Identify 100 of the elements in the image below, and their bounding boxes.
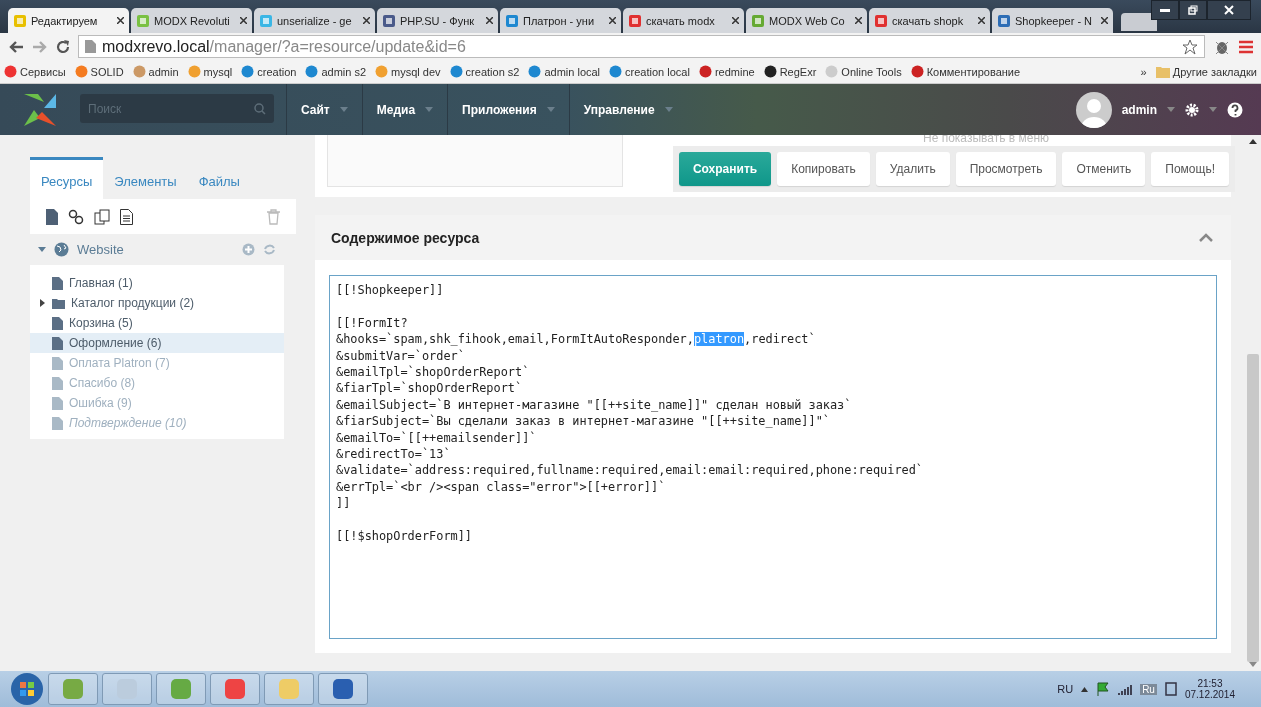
code-line: [[!$shopOrderForm]] — [336, 527, 474, 545]
browser-tab[interactable]: MODX Web Co — [746, 8, 867, 33]
reload-button[interactable] — [56, 39, 70, 54]
code-line: [[!Shopkeeper]] — [336, 282, 445, 299]
bookmark[interactable]: Комментирование — [910, 65, 1021, 78]
link-icon[interactable] — [68, 208, 84, 225]
browser-tab[interactable]: скачать modx — [623, 8, 744, 33]
browser-tab[interactable]: unserialize - ge — [254, 8, 375, 33]
close-icon[interactable] — [732, 17, 739, 24]
new-document-icon[interactable] — [46, 208, 58, 225]
app-icon — [277, 677, 301, 701]
bookmark[interactable]: admin s2 — [305, 65, 367, 78]
browser-tab[interactable]: PHP.SU - Функ — [377, 8, 498, 33]
bookmark[interactable]: admin local — [528, 65, 601, 78]
tray-arrow-icon[interactable] — [1081, 686, 1089, 692]
close-icon[interactable] — [117, 17, 124, 24]
caret-icon — [546, 107, 555, 112]
expand-icon[interactable] — [40, 299, 45, 307]
bookmark-icon — [528, 65, 542, 78]
page-icon — [85, 40, 96, 53]
bookmark[interactable]: RegExr — [763, 65, 817, 78]
tree-item[interactable]: Корзина (5) — [30, 313, 284, 333]
close-icon — [1224, 5, 1234, 15]
close-icon[interactable] — [609, 17, 616, 24]
bookmark[interactable]: creation — [241, 65, 297, 78]
bookmark-icon — [449, 65, 463, 78]
bookmark-folder[interactable]: Другие закладки — [1155, 65, 1257, 78]
settings-icon[interactable] — [1185, 102, 1199, 117]
help-icon[interactable] — [1227, 101, 1243, 118]
copy-icon[interactable] — [94, 208, 110, 225]
collapse-icon[interactable] — [1199, 233, 1213, 242]
action-button[interactable]: Отменить — [1062, 152, 1146, 186]
bookmark-icon — [305, 65, 319, 78]
code-editor[interactable] — [329, 275, 1217, 639]
browser-tab[interactable]: скачать shopk — [869, 8, 990, 33]
page-icon — [52, 276, 63, 290]
scroll-up-icon[interactable] — [1249, 139, 1257, 144]
new-tab-button[interactable] — [1121, 13, 1157, 31]
browser-tab[interactable]: MODX Revoluti — [131, 8, 252, 33]
bookmark[interactable]: Сервисы — [4, 65, 66, 78]
restore-button[interactable] — [1179, 0, 1207, 20]
tree-item[interactable]: Каталог продукции (2) — [30, 293, 284, 313]
back-button[interactable] — [8, 39, 24, 54]
browser-tab[interactable]: Редактируем — [8, 8, 129, 33]
taskbar-app[interactable] — [318, 673, 368, 705]
close-button[interactable] — [1207, 0, 1251, 20]
bookmark-icon — [910, 65, 924, 78]
caret-icon[interactable] — [38, 247, 46, 252]
menu-icon[interactable] — [1239, 39, 1253, 54]
context-label[interactable]: Website — [77, 242, 124, 257]
browser-tab[interactable]: Shopkeeper - N — [992, 8, 1113, 33]
bookmark[interactable]: mysql dev — [375, 65, 441, 78]
close-icon[interactable] — [1101, 17, 1108, 24]
tree-item[interactable]: Оформление (6) — [30, 333, 284, 353]
browser-tab[interactable]: Платрон - уни — [500, 8, 621, 33]
bookmark[interactable]: SOLID — [74, 65, 124, 78]
page-icon — [52, 316, 63, 330]
code-line: &errTpl=`<br /><span class="error">[[+error]]` — [336, 478, 667, 496]
minimize-button[interactable] — [1151, 0, 1179, 20]
action-button[interactable]: Удалить — [875, 152, 950, 186]
scrollbar-thumb[interactable] — [1247, 353, 1259, 663]
sidebar-tab[interactable]: Ресурсы — [30, 157, 104, 199]
site-icon — [136, 13, 150, 28]
bookmark[interactable]: creation s2 — [449, 65, 520, 78]
keyboard-layout[interactable]: Ru — [1140, 683, 1157, 695]
site-icon — [997, 13, 1011, 28]
close-icon[interactable] — [486, 17, 493, 24]
language-indicator: RU — [1057, 683, 1074, 695]
more-bookmarks-button[interactable]: » — [1140, 65, 1147, 78]
address-field[interactable]: modxrevo.local/manager/?a=resource/update&id=6 — [78, 35, 1205, 58]
star-icon[interactable] — [1182, 38, 1198, 55]
text-document-icon[interactable] — [120, 208, 133, 225]
tree-item[interactable]: Главная (1) — [30, 273, 284, 293]
bookmark[interactable]: creation local — [609, 65, 690, 78]
close-icon[interactable] — [978, 17, 985, 24]
code-line: &emailSubject=`В интернет-магазине "[[++site_name]]" сделан новый заказ` — [336, 396, 853, 414]
action-button[interactable]: Копировать — [777, 152, 870, 186]
taskbar-app[interactable] — [210, 673, 260, 705]
code-line: [[!FormIt? — [336, 314, 409, 332]
action-button[interactable]: Просмотреть — [955, 152, 1057, 186]
globe-icon — [54, 242, 69, 257]
device-icon[interactable] — [1164, 682, 1177, 696]
close-icon[interactable] — [240, 17, 247, 24]
bookmark[interactable]: admin — [132, 65, 179, 78]
caret-icon — [1167, 107, 1175, 112]
bookmark-icon — [698, 65, 712, 78]
folder-icon — [52, 297, 65, 309]
flag-icon[interactable] — [1096, 682, 1111, 696]
page-icon — [52, 376, 63, 390]
close-icon[interactable] — [855, 17, 862, 24]
bookmark[interactable]: redmine — [698, 65, 755, 78]
signal-icon[interactable] — [1118, 683, 1133, 695]
close-icon[interactable] — [363, 17, 370, 24]
clock[interactable]: 21:53 07.12.2014 — [1184, 678, 1235, 700]
code-line: &emailTpl=`shopOrderReport` — [336, 363, 531, 381]
start-button[interactable] — [10, 672, 44, 706]
user-menu[interactable]: admin — [1121, 102, 1157, 117]
bookmark[interactable]: Online Tools — [825, 65, 902, 78]
action-button[interactable]: Помощь! — [1151, 152, 1229, 186]
bookmark[interactable]: mysql — [187, 65, 233, 78]
